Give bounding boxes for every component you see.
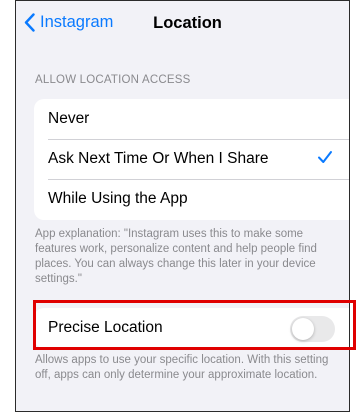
precise-location-toggle[interactable] [290,316,335,342]
option-label: Ask Next Time Or When I Share [48,150,269,167]
precise-location-label: Precise Location [48,319,163,336]
option-never[interactable]: Never [34,99,349,139]
option-label: While Using the App [48,190,188,207]
navigation-bar: Instagram Location [16,1,349,45]
precise-location-group: Precise Location [34,308,349,348]
precise-location-row: Precise Location [34,308,349,348]
option-while-using[interactable]: While Using the App [34,179,349,219]
settings-screen: Instagram Location ALLOW LOCATION ACCESS… [15,0,350,412]
option-ask-next-time[interactable]: Ask Next Time Or When I Share [34,139,349,179]
app-explanation-text: App explanation: "Instagram uses this to… [35,228,317,285]
precise-location-footnote: Allows apps to use your specific locatio… [35,354,329,381]
checkmark-icon [317,149,333,170]
section-header-location-access: ALLOW LOCATION ACCESS [35,74,191,86]
location-access-options: Never Ask Next Time Or When I Share Whil… [34,99,349,220]
page-title: Location [153,14,222,32]
option-label: Never [48,110,90,127]
toggle-knob [292,318,314,340]
